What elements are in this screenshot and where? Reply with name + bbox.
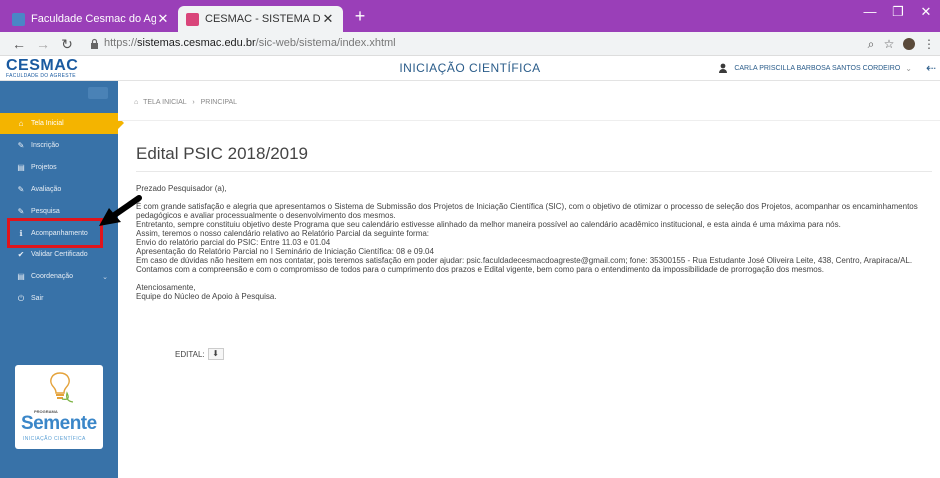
url-scheme: https:// xyxy=(104,37,138,49)
tab-label: CESMAC - SISTEMA DE INICIAÇÃ xyxy=(205,13,321,25)
user-icon xyxy=(719,63,728,73)
menu-dots-icon[interactable]: ⋮ xyxy=(920,35,938,53)
sidebar-item-inscricao[interactable]: ✎ Inscrição xyxy=(0,135,118,156)
sidebar-item-label: Pesquisa xyxy=(31,208,60,215)
paragraph: É com grande satisfação e alegria que ap… xyxy=(136,202,918,220)
edital-text: Prezado Pesquisador (a), É com grande sa… xyxy=(136,184,936,301)
url-host: sistemas.cesmac.edu.br xyxy=(137,37,256,49)
browser-tab-cesmac[interactable]: CESMAC - SISTEMA DE INICIAÇÃ ✕ xyxy=(178,6,343,32)
paragraph: Apresentação do Relatório Parcial no I S… xyxy=(136,247,434,256)
minimize-icon[interactable]: — xyxy=(856,4,884,19)
sidebar-item-sair[interactable]: ⏻ Sair xyxy=(0,288,118,309)
zoom-icon[interactable]: ⌕ xyxy=(862,35,880,53)
programa-semente-logo: PROGRAMA Semente INICIAÇÃO CIENTÍFICA xyxy=(15,365,103,449)
breadcrumb: ⌂ TELA INICIAL › PRINCIPAL xyxy=(118,81,940,121)
list-icon: ▤ xyxy=(17,163,25,172)
maximize-icon[interactable]: ❐ xyxy=(884,4,912,20)
lock-icon xyxy=(91,38,98,49)
user-name: CARLA PRISCILLA BARBOSA SANTOS CORDEIRO xyxy=(734,64,901,72)
edit-icon: ✎ xyxy=(17,207,25,216)
closing-team: Equipe do Núcleo de Apoio à Pesquisa. xyxy=(136,292,277,301)
breadcrumb-current: PRINCIPAL xyxy=(200,99,238,106)
paragraph: Entretanto, sempre constituiu objetivo d… xyxy=(136,220,841,229)
url-input[interactable]: https://sistemas.cesmac.edu.br/sic-web/s… xyxy=(104,37,396,49)
site-favicon-icon xyxy=(186,12,199,26)
promo-word: Semente xyxy=(21,413,97,434)
sidebar-item-label: Avaliação xyxy=(31,186,62,193)
breadcrumb-separator: › xyxy=(192,99,195,106)
tab-label: Faculdade Cesmac do Agreste xyxy=(31,13,156,25)
sidebar-item-label: Tela Inicial xyxy=(31,120,64,127)
close-tab-icon[interactable]: ✕ xyxy=(156,11,170,27)
sidebar-item-label: Sair xyxy=(31,295,44,302)
sidebar-item-tela-inicial[interactable]: ⌂ Tela Inicial xyxy=(0,113,118,134)
sidebar-item-label: Validar Certificado xyxy=(31,251,88,258)
list-icon: ▤ xyxy=(17,272,25,281)
new-tab-button[interactable]: + xyxy=(350,6,370,26)
page-title: Edital PSIC 2018/2019 xyxy=(136,144,309,163)
sidebar-item-coordenacao[interactable]: ▤ Coordenação ⌄ xyxy=(0,266,118,287)
edital-label: EDITAL: xyxy=(175,349,205,359)
paragraph: Assim, teremos o nosso calendário relati… xyxy=(136,229,430,238)
sidebar-item-label: Inscrição xyxy=(31,142,60,149)
closing-line: Atenciosamente, xyxy=(136,283,196,292)
sidebar-item-projetos[interactable]: ▤ Projetos xyxy=(0,157,118,178)
home-icon: ⌂ xyxy=(18,119,24,128)
sidebar-toggle-button[interactable] xyxy=(88,87,108,99)
app-header: CESMAC FACULDADE DO AGRESTE INICIAÇÃO CI… xyxy=(0,56,940,81)
edital-download: EDITAL: ⬇ xyxy=(175,348,224,360)
red-highlight-box xyxy=(7,218,103,248)
download-icon: ⬇ xyxy=(212,349,219,358)
sidebar-item-label: Projetos xyxy=(31,164,57,171)
sidebar-item-label: Coordenação xyxy=(31,273,74,280)
browser-tab-faculdade[interactable]: Faculdade Cesmac do Agreste ✕ xyxy=(4,6,178,32)
chevron-down-icon: ⌄ xyxy=(905,63,912,73)
forward-icon[interactable]: → xyxy=(34,35,52,53)
home-icon: ⌂ xyxy=(134,99,139,106)
edit-icon: ✎ xyxy=(17,185,25,194)
check-icon: ✔ xyxy=(17,250,25,259)
lightbulb-icon xyxy=(50,372,74,403)
promo-subtitle: INICIAÇÃO CIENTÍFICA xyxy=(23,436,86,442)
url-path: /sic-web/sistema/index.xhtml xyxy=(255,37,396,49)
browser-tab-bar: Faculdade Cesmac do Agreste ✕ CESMAC - S… xyxy=(0,0,940,32)
reload-icon[interactable]: ↻ xyxy=(58,35,76,53)
paragraph: Contamos com a compreensão e com o compr… xyxy=(136,265,824,274)
chevron-down-icon: ⌄ xyxy=(102,273,108,281)
bookmark-star-icon[interactable]: ☆ xyxy=(880,35,898,53)
profile-avatar-icon[interactable] xyxy=(900,35,918,53)
address-bar: ← → ↻ https://sistemas.cesmac.edu.br/sic… xyxy=(0,32,940,56)
user-menu[interactable]: CARLA PRISCILLA BARBOSA SANTOS CORDEIRO … xyxy=(718,63,912,73)
breadcrumb-home[interactable]: TELA INICIAL xyxy=(143,99,186,106)
title-divider xyxy=(136,171,932,172)
close-tab-icon[interactable]: ✕ xyxy=(321,11,335,27)
greeting: Prezado Pesquisador (a), xyxy=(136,184,227,193)
paragraph: Envio do relatório parcial do PSIC: Entr… xyxy=(136,238,331,247)
paragraph: Em caso de dúvidas não hesitem em nos co… xyxy=(136,256,913,265)
logout-icon[interactable]: ⇠ xyxy=(926,61,936,75)
power-icon: ⏻ xyxy=(17,293,25,303)
download-button[interactable]: ⬇ xyxy=(207,348,224,360)
edit-icon: ✎ xyxy=(17,141,25,150)
site-favicon-icon xyxy=(12,12,25,26)
close-window-icon[interactable]: ✕ xyxy=(912,4,940,20)
back-icon[interactable]: ← xyxy=(10,35,28,53)
